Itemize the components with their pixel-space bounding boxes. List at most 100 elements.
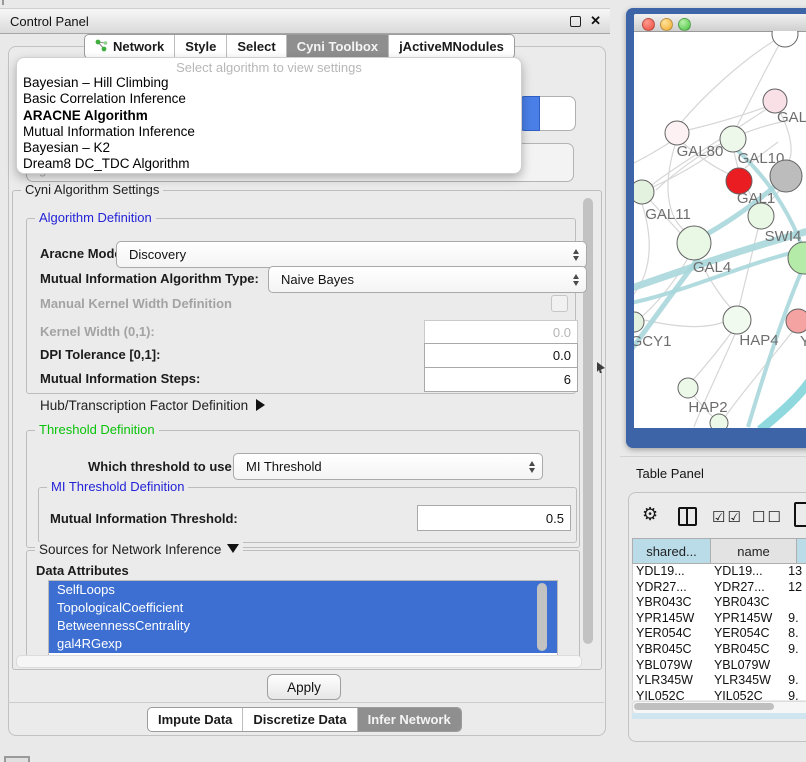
expand-right-icon[interactable] <box>256 399 265 411</box>
which-threshold-value: MI Threshold <box>246 459 322 474</box>
gear-icon[interactable]: ⚙ <box>642 504 658 525</box>
select-all-checkboxes-icon[interactable]: ☑☑ <box>712 508 743 526</box>
apply-button[interactable]: Apply <box>267 674 341 700</box>
table-row[interactable]: YDL19...YDL19...13 <box>633 564 806 580</box>
tab-discretize-data[interactable]: Discretize Data <box>243 708 357 731</box>
algorithm-definition-title: Algorithm Definition <box>35 210 156 225</box>
network-edge[interactable] <box>760 378 806 428</box>
collapse-down-icon[interactable] <box>227 544 239 553</box>
document-icon[interactable] <box>794 502 806 527</box>
network-node[interactable] <box>770 160 802 192</box>
table-row[interactable]: YPR145WYPR145W9. <box>633 611 806 627</box>
algorithm-option[interactable]: Basic Correlation Inference <box>17 91 521 107</box>
network-node-gcy1[interactable] <box>634 312 644 332</box>
network-node-y[interactable] <box>786 309 806 333</box>
network-node-gal11[interactable] <box>634 180 654 204</box>
tab-style[interactable]: Style <box>175 35 227 58</box>
control-panel-titlebar: Control Panel ✕ <box>0 8 610 34</box>
which-threshold-combo[interactable]: MI Threshold <box>233 453 543 480</box>
hub-definition-toggle[interactable]: Hub/Transcription Factor Definition <box>40 398 265 413</box>
table-row[interactable]: YBR045CYBR045C9. <box>633 642 806 658</box>
table-cell: YPR145W <box>633 611 711 627</box>
tab-network[interactable]: Network <box>85 35 175 58</box>
column-layout-icon[interactable] <box>678 507 697 526</box>
attribute-item[interactable]: SelfLoops <box>49 581 557 599</box>
algorithm-option[interactable]: Bayesian – K2 <box>17 140 521 156</box>
column-header-name[interactable]: name <box>711 538 797 564</box>
close-panel-icon[interactable]: ✕ <box>590 13 601 29</box>
table-cell: YPR145W <box>711 611 785 627</box>
table-cell <box>785 658 806 674</box>
tab-jactivemnodules[interactable]: jActiveMNodules <box>389 35 514 58</box>
deselect-all-checkboxes-icon[interactable]: ☐☐ <box>752 508 783 526</box>
algorithm-option[interactable]: Mutual Information Inference <box>17 124 521 140</box>
obscured-widget-fragment <box>518 96 576 131</box>
network-node-swi4[interactable] <box>748 203 774 229</box>
network-window-titlebar[interactable] <box>634 14 806 32</box>
table-row[interactable]: YBL079WYBL079W <box>633 658 806 674</box>
network-node[interactable] <box>772 31 798 47</box>
tab-cyni-toolbox[interactable]: Cyni Toolbox <box>287 35 389 58</box>
network-node-label: GAL <box>777 109 806 126</box>
mi-type-value: Naive Bayes <box>281 272 354 287</box>
bottom-divider <box>8 702 604 703</box>
network-node-gal80[interactable] <box>665 121 689 145</box>
tab-infer-network[interactable]: Infer Network <box>358 708 461 731</box>
table-cell: YDL19... <box>711 564 785 580</box>
float-panel-icon[interactable] <box>570 16 581 27</box>
table-cell: YIL052C <box>711 689 785 700</box>
tab-label: Impute Data <box>158 712 232 727</box>
control-panel-tabs: Network Style Select Cyni ToolboxjActiveMNo… <box>84 34 515 59</box>
which-threshold-label: Which threshold to use: <box>88 459 236 474</box>
threshold-definition-title: Threshold Definition <box>35 422 159 437</box>
attribute-item[interactable]: BetweennessCentrality <box>49 617 557 635</box>
network-node[interactable] <box>788 242 806 274</box>
settings-horizontal-scrollbar[interactable] <box>16 655 582 668</box>
minimize-traffic-light[interactable] <box>660 18 673 31</box>
close-traffic-light[interactable] <box>642 18 655 31</box>
zoom-traffic-light[interactable] <box>678 18 691 31</box>
algorithm-option[interactable]: ARACNE Algorithm <box>17 108 521 124</box>
attribute-item[interactable]: TopologicalCoefficient <box>49 599 557 617</box>
algorithm-option[interactable]: Dream8 DC_TDC Algorithm <box>17 156 521 172</box>
column-header[interactable] <box>797 538 806 564</box>
attributes-scrollbar[interactable] <box>537 583 547 651</box>
table-row[interactable]: YBR043CYBR043C <box>633 595 806 611</box>
screen: Control Panel ✕ Network Style Select Cyni T… <box>0 0 806 762</box>
kernel-width-field[interactable]: 0.0 <box>424 320 578 345</box>
network-node-gal4[interactable] <box>677 226 711 260</box>
manual-kernel-checkbox[interactable] <box>551 295 568 312</box>
network-node-hap4[interactable] <box>723 306 751 334</box>
data-attributes-list[interactable]: SelfLoopsTopologicalCoefficientBetweenne… <box>48 580 558 658</box>
combo-spinner-icon <box>573 249 579 261</box>
table-row[interactable]: YDR27...YDR27...12 <box>633 580 806 596</box>
algorithm-option[interactable]: Bayesian – Hill Climbing <box>17 75 521 91</box>
tab-impute-data[interactable]: Impute Data <box>148 708 243 731</box>
mi-steps-field[interactable]: 6 <box>424 367 578 392</box>
tab-label: Select <box>237 39 275 54</box>
network-edge[interactable] <box>644 320 724 327</box>
table-row[interactable]: YER054CYER054C8. <box>633 626 806 642</box>
network-node-gal10[interactable] <box>720 126 746 152</box>
table-panel-titlebar: Table Panel <box>620 456 806 487</box>
column-header-shared[interactable]: shared... <box>632 538 711 564</box>
mi-type-combo[interactable]: Naive Bayes <box>268 266 587 293</box>
network-node-label: HAP2 <box>688 399 727 416</box>
table-cell: 9. <box>785 642 806 658</box>
mi-steps-label: Mutual Information Steps: <box>40 371 200 386</box>
table-row[interactable]: YLR345WYLR345W9. <box>633 673 806 689</box>
tab-select[interactable]: Select <box>227 35 286 58</box>
table-cell: YBL079W <box>633 658 711 674</box>
mi-threshold-field[interactable]: 0.5 <box>417 505 571 531</box>
network-canvas[interactable]: GALGAL80GAL10GAL1GAL11SWI4GAL4GCY1HAP4YH… <box>634 31 806 428</box>
dpi-tolerance-label: DPI Tolerance [0,1]: <box>40 347 160 362</box>
dpi-tolerance-field[interactable]: 0.0 <box>424 343 578 368</box>
tab-label: Network <box>113 39 164 54</box>
aracne-mode-combo[interactable]: Discovery <box>116 241 587 268</box>
network-node-label: SWI4 <box>765 228 802 245</box>
network-node[interactable] <box>710 414 728 428</box>
network-node-hap2[interactable] <box>678 378 698 398</box>
table-row[interactable]: YIL052CYIL052C9. <box>633 689 806 700</box>
table-hscroll-thumb[interactable] <box>634 703 774 710</box>
attribute-item[interactable]: gal4RGexp <box>49 635 557 653</box>
